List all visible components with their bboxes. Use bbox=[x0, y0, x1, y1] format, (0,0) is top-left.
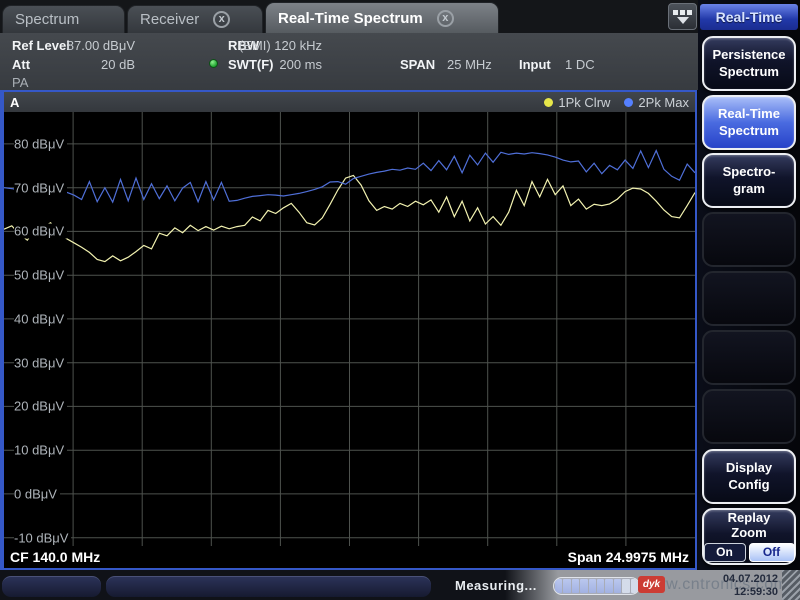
spectrum-window-header: A 1Pk Clrw 2Pk Max bbox=[4, 92, 695, 112]
y-axis-tick-label: 20 dBμV bbox=[14, 399, 67, 414]
replay-zoom-off-option[interactable]: Off bbox=[749, 543, 795, 562]
progress-segment bbox=[597, 579, 604, 593]
date-text: 04.07.2012 bbox=[723, 573, 778, 586]
trace-legend: 1Pk Clrw 2Pk Max bbox=[544, 95, 689, 110]
y-axis-tick-label: 80 dBμV bbox=[14, 136, 67, 151]
progress-segment bbox=[589, 579, 596, 593]
y-axis-tick-label: 50 dBμV bbox=[14, 268, 67, 283]
progress-segment bbox=[614, 579, 621, 593]
progress-segment bbox=[555, 579, 562, 593]
progress-segment bbox=[563, 579, 570, 593]
tab-close-icon[interactable]: x bbox=[437, 10, 454, 27]
tab-receiver[interactable]: Receiver x bbox=[127, 5, 263, 33]
swt-value[interactable]: 200 ms bbox=[232, 57, 322, 72]
softkey-real-time-spectrum[interactable]: Real-Time Spectrum bbox=[702, 95, 796, 150]
legend-label: 1Pk Clrw bbox=[558, 95, 610, 110]
rbw-value[interactable]: (EMI) 120 kHz bbox=[232, 38, 322, 53]
span-setting-value[interactable]: 25 MHz bbox=[447, 57, 492, 72]
progress-segment bbox=[631, 579, 638, 593]
status-slot-empty[interactable] bbox=[106, 576, 431, 597]
tab-close-icon[interactable]: x bbox=[213, 11, 230, 28]
softkey-menu-title: Real-Time bbox=[700, 4, 798, 30]
replay-zoom-toggle: On Off bbox=[704, 543, 795, 562]
att-label: Att bbox=[12, 57, 30, 72]
softkey-label: Display Config bbox=[726, 460, 772, 493]
y-axis-tick-label: 30 dBμV bbox=[14, 355, 67, 370]
input-value[interactable]: 1 DC bbox=[565, 57, 595, 72]
softkey-label: Replay Zoom bbox=[728, 511, 771, 540]
resize-grip-icon bbox=[782, 570, 800, 600]
frequency-footer: CF 140.0 MHz Span 24.9975 MHz bbox=[4, 546, 695, 568]
spectrum-plot[interactable]: 80 dBμV 70 dBμV 60 dBμV 50 dBμV 40 dBμV 30 dB… bbox=[4, 112, 695, 546]
tab-bar: Spectrum Receiver x Real-Time Spectrum x bbox=[0, 0, 698, 33]
legend-trace2[interactable]: 2Pk Max bbox=[624, 95, 689, 110]
instrument-screen: Spectrum Receiver x Real-Time Spectrum x… bbox=[0, 0, 800, 600]
att-value[interactable]: 20 dB bbox=[40, 57, 135, 72]
measurement-progress-bar bbox=[553, 577, 640, 595]
ref-level-value[interactable]: 87.00 dBμV bbox=[40, 38, 135, 53]
tab-label: Spectrum bbox=[15, 11, 79, 28]
softkey-empty bbox=[702, 330, 796, 385]
softkey-empty bbox=[702, 271, 796, 326]
settings-bar: Ref Level 87.00 dBμV RBW (EMI) 120 kHz A… bbox=[0, 33, 698, 90]
softkey-empty bbox=[702, 212, 796, 267]
progress-segment bbox=[605, 579, 612, 593]
spectrum-window: A 1Pk Clrw 2Pk Max 80 dBμV 70 dBμV 60 dBμV… bbox=[0, 90, 697, 570]
status-bar: Measuring... www.cntronics.com dyk 04.07… bbox=[0, 570, 800, 600]
progress-segment bbox=[622, 579, 629, 593]
legend-label: 2Pk Max bbox=[638, 95, 689, 110]
chevron-down-icon bbox=[677, 17, 689, 24]
tabs-grid-icon bbox=[673, 10, 692, 15]
softkey-label: Persistence Spectrum bbox=[713, 47, 786, 80]
trace-canvas bbox=[4, 112, 695, 546]
y-axis-tick-label: 0 dBμV bbox=[14, 486, 60, 501]
tab-label: Real-Time Spectrum bbox=[278, 10, 423, 27]
swt-led-icon bbox=[209, 59, 218, 68]
progress-segment bbox=[580, 579, 587, 593]
softkey-empty bbox=[702, 389, 796, 444]
time-text: 12:59:30 bbox=[723, 586, 778, 599]
watermark-logo: dyk bbox=[638, 576, 665, 593]
softkey-persistence-spectrum[interactable]: Persistence Spectrum bbox=[702, 36, 796, 91]
span-readout[interactable]: Span 24.9975 MHz bbox=[568, 549, 689, 565]
transducer-indicator: PA bbox=[12, 75, 28, 90]
y-axis-tick-label: 40 dBμV bbox=[14, 311, 67, 326]
date-time-display: 04.07.2012 12:59:30 bbox=[723, 573, 778, 598]
softkey-display-config[interactable]: Display Config bbox=[702, 449, 796, 504]
legend-trace1[interactable]: 1Pk Clrw bbox=[544, 95, 610, 110]
trace2-dot-icon bbox=[624, 98, 633, 107]
softkey-spectrogram[interactable]: Spectro- gram bbox=[702, 153, 796, 208]
measurement-status-text: Measuring... bbox=[455, 578, 537, 593]
input-label: Input bbox=[519, 57, 551, 72]
center-frequency-readout[interactable]: CF 140.0 MHz bbox=[10, 549, 100, 565]
softkey-label: Spectro- gram bbox=[723, 164, 776, 197]
tab-real-time-spectrum[interactable]: Real-Time Spectrum x bbox=[265, 2, 499, 33]
progress-segment bbox=[572, 579, 579, 593]
y-axis-tick-label: 60 dBμV bbox=[14, 224, 67, 239]
span-setting-label: SPAN bbox=[400, 57, 435, 72]
window-label: A bbox=[10, 95, 19, 110]
tab-overflow-button[interactable] bbox=[668, 3, 697, 30]
tab-label: Receiver bbox=[140, 11, 199, 28]
trace1-dot-icon bbox=[544, 98, 553, 107]
y-axis-tick-label: -10 dBμV bbox=[14, 530, 71, 545]
softkey-label: Real-Time Spectrum bbox=[718, 106, 780, 139]
y-axis-tick-label: 10 dBμV bbox=[14, 443, 67, 458]
replay-zoom-on-option[interactable]: On bbox=[704, 543, 746, 562]
softkey-sidebar: Real-Time Persistence Spectrum Real-Time… bbox=[698, 0, 800, 570]
y-axis-tick-label: 70 dBμV bbox=[14, 180, 67, 195]
tab-spectrum[interactable]: Spectrum bbox=[2, 5, 125, 33]
status-slot-empty[interactable] bbox=[2, 576, 101, 597]
softkey-replay-zoom[interactable]: Replay Zoom On Off bbox=[702, 508, 796, 565]
